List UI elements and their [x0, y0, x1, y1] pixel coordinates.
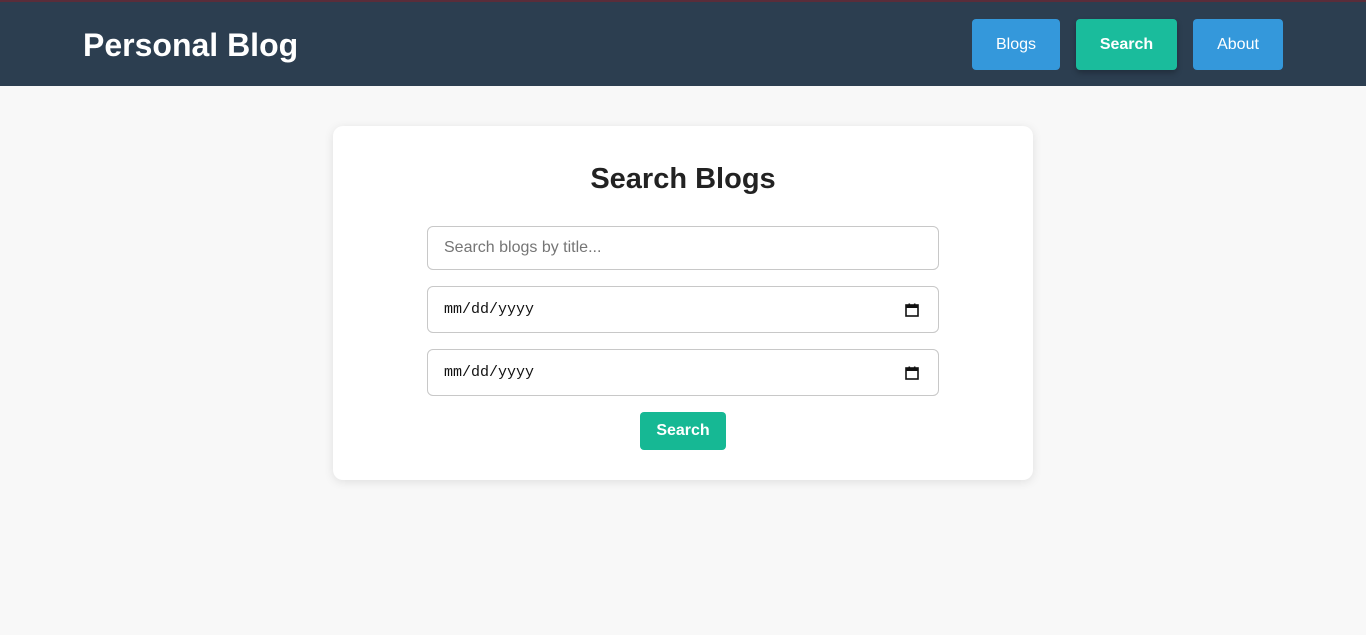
- page-title: Search Blogs: [590, 163, 776, 195]
- search-submit-button[interactable]: Search: [640, 412, 726, 450]
- end-date-value: mm/dd/yyyy: [444, 364, 535, 381]
- start-date-field[interactable]: mm/dd/yyyy: [427, 286, 939, 333]
- title-search-field: [427, 226, 939, 270]
- nav-about-button[interactable]: About: [1193, 19, 1283, 70]
- end-date-field[interactable]: mm/dd/yyyy: [427, 349, 939, 396]
- site-title[interactable]: Personal Blog: [83, 26, 298, 64]
- calendar-icon[interactable]: [905, 303, 919, 317]
- navbar: Personal Blog Blogs Search About: [0, 0, 1366, 86]
- start-date-value: mm/dd/yyyy: [444, 301, 535, 318]
- nav-search-button[interactable]: Search: [1076, 19, 1177, 70]
- search-card: Search Blogs mm/dd/yyyy mm/dd/yyyy Searc…: [333, 126, 1033, 480]
- title-search-input[interactable]: [428, 227, 938, 269]
- nav-blogs-button[interactable]: Blogs: [972, 19, 1060, 70]
- calendar-icon[interactable]: [905, 366, 919, 380]
